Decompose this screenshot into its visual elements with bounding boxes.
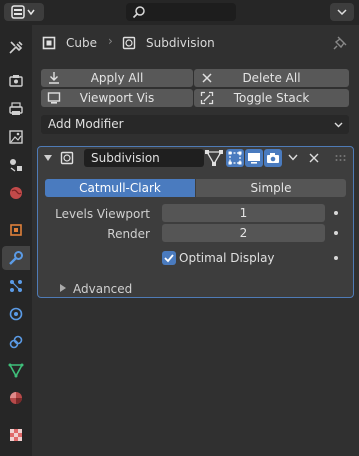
add-modifier-label: Add Modifier <box>48 117 124 131</box>
checkmark-icon <box>164 254 174 263</box>
levels-viewport-field[interactable]: 1 <box>162 204 325 222</box>
on-cage-icon <box>228 151 242 165</box>
chevron-down-icon <box>334 122 343 128</box>
camera-icon <box>267 153 279 163</box>
properties-editor-icon <box>11 5 35 19</box>
render-levels-field[interactable]: 2 <box>162 224 325 242</box>
apply-all-label: Apply All <box>90 71 144 85</box>
scene-icon <box>10 159 22 172</box>
search-field[interactable] <box>126 3 236 21</box>
simple-label: Simple <box>250 181 292 195</box>
tab-render[interactable] <box>2 69 30 93</box>
apply-all-button[interactable]: Apply All <box>41 69 193 87</box>
properties-tab-bar <box>0 25 32 456</box>
breadcrumb: Cube › Subdivision <box>32 25 359 61</box>
close-icon[interactable] <box>309 153 319 163</box>
tab-modifiers[interactable] <box>2 246 30 270</box>
realtime-toggle[interactable] <box>245 149 263 167</box>
render-levels-label: Render <box>107 227 150 241</box>
mesh-data-icon <box>8 363 24 378</box>
advanced-section-label[interactable]: Advanced <box>73 282 132 296</box>
render-toggle[interactable] <box>264 149 282 167</box>
wrench-icon <box>9 251 23 265</box>
catmull-clark-label: Catmull-Clark <box>79 181 161 195</box>
pin-icon[interactable] <box>332 35 348 51</box>
material-icon <box>10 392 22 404</box>
on-cage-toggle[interactable] <box>226 149 244 167</box>
collapse-triangle-icon[interactable] <box>44 154 52 162</box>
chevron-down-icon[interactable] <box>288 154 298 161</box>
modifier-breadcrumb-name: Subdivision <box>146 36 215 50</box>
add-modifier-dropdown[interactable]: Add Modifier <box>41 115 349 134</box>
modifier-name-field[interactable]: Subdivision <box>84 149 204 167</box>
tab-constraints[interactable] <box>2 330 30 354</box>
toggle-stack-label: Toggle Stack <box>233 91 310 105</box>
apply-icon <box>49 72 59 84</box>
image-icon <box>9 130 23 144</box>
subdivision-icon <box>60 151 74 165</box>
object-icon <box>42 36 56 50</box>
levels-viewport-value: 1 <box>239 206 248 220</box>
search-icon <box>132 6 145 19</box>
render-levels-value: 2 <box>239 226 248 240</box>
tab-object[interactable] <box>2 218 30 242</box>
fullscreen-icon <box>200 91 214 105</box>
tool-icon <box>9 41 23 54</box>
delete-all-label: Delete All <box>242 71 301 85</box>
object-icon <box>10 224 22 236</box>
keyframe-dot[interactable] <box>334 256 338 260</box>
tab-data[interactable] <box>2 358 30 382</box>
subdivision-icon <box>122 36 136 50</box>
viewport-vis-label: Viewport Vis <box>79 91 155 105</box>
optimal-display-checkbox[interactable] <box>162 251 176 265</box>
edit-mode-icon[interactable] <box>204 149 224 167</box>
monitor-icon <box>47 92 61 104</box>
keyframe-dot[interactable] <box>334 231 338 235</box>
expand-triangle-icon[interactable] <box>60 284 66 292</box>
keyframe-dot[interactable] <box>334 211 338 215</box>
tab-material[interactable] <box>2 386 30 410</box>
texture-icon <box>10 429 22 441</box>
camera-back-icon <box>9 75 23 87</box>
tab-particles[interactable] <box>2 274 30 298</box>
tab-output[interactable] <box>2 97 30 121</box>
tab-physics[interactable] <box>2 302 30 326</box>
subdivision-modifier-panel: Subdivision Catmull-Clark Simple Levels … <box>37 146 354 298</box>
printer-icon <box>9 102 23 115</box>
chevron-down-icon <box>337 9 347 15</box>
viewport-vis-button[interactable]: Viewport Vis <box>41 89 193 107</box>
toggle-stack-button[interactable]: Toggle Stack <box>194 89 349 107</box>
constraint-icon <box>9 335 23 349</box>
tab-texture[interactable] <box>2 423 30 447</box>
tab-scene[interactable] <box>2 153 30 177</box>
optimal-display-label: Optimal Display <box>179 251 275 265</box>
levels-viewport-label: Levels Viewport <box>55 207 150 221</box>
editor-type-button[interactable] <box>4 3 44 21</box>
tab-view-layer[interactable] <box>2 125 30 149</box>
world-icon <box>10 187 22 199</box>
drag-handle-icon[interactable] <box>335 155 347 161</box>
delete-all-button[interactable]: Delete All <box>194 69 349 87</box>
physics-icon <box>9 307 23 321</box>
catmull-clark-option[interactable]: Catmull-Clark <box>45 179 195 197</box>
modifier-name: Subdivision <box>91 151 160 165</box>
tab-tool[interactable] <box>2 36 30 60</box>
particles-icon <box>10 280 22 292</box>
simple-option[interactable]: Simple <box>196 179 346 197</box>
tab-world[interactable] <box>2 181 30 205</box>
object-name: Cube <box>66 36 97 50</box>
options-dropdown[interactable] <box>330 3 354 21</box>
monitor-icon <box>248 153 260 164</box>
breadcrumb-separator: › <box>108 34 113 48</box>
close-icon <box>202 73 212 83</box>
